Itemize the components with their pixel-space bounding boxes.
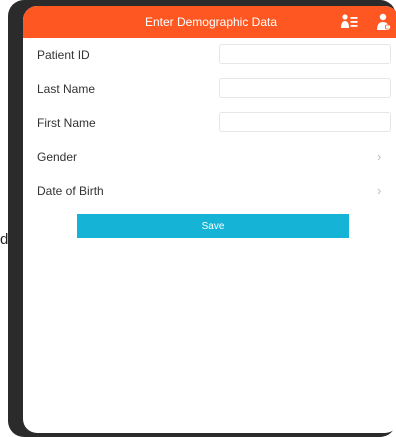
patient-id-input[interactable]: [219, 44, 391, 64]
device-frame: Enter Demographic Data Patient ID Last N…: [8, 0, 396, 437]
date-of-birth-label: Date of Birth: [37, 184, 104, 198]
gender-label: Gender: [37, 150, 78, 164]
chevron-right-icon: ›: [377, 183, 382, 198]
last-name-row: Last Name: [23, 72, 396, 106]
last-name-label: Last Name: [37, 82, 96, 96]
first-name-row: First Name: [23, 106, 396, 140]
last-name-input[interactable]: [219, 78, 391, 98]
gender-row[interactable]: Gender ›: [23, 140, 396, 174]
patient-list-icon[interactable]: [339, 12, 359, 32]
user-icon[interactable]: [373, 12, 393, 32]
app-screen: Enter Demographic Data Patient ID Last N…: [23, 6, 396, 433]
first-name-label: First Name: [37, 116, 96, 130]
patient-id-label: Patient ID: [37, 48, 90, 62]
first-name-input[interactable]: [219, 112, 391, 132]
date-of-birth-row[interactable]: Date of Birth ›: [23, 174, 396, 208]
header-bar: Enter Demographic Data: [23, 6, 396, 38]
save-button[interactable]: Save: [77, 214, 349, 238]
chevron-right-icon: ›: [377, 149, 382, 164]
patient-id-row: Patient ID: [23, 38, 396, 72]
